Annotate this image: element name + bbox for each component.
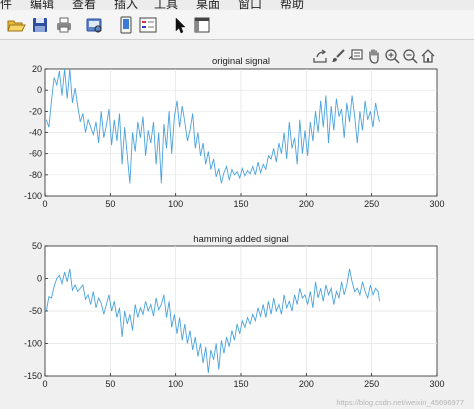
menu-window[interactable]: 窗口	[238, 0, 262, 10]
x-tick-label: 50	[105, 379, 115, 389]
menu-view[interactable]: 查看	[72, 0, 96, 10]
axes-hamming-signal[interactable]: 0 50 100 150 200 250 300 -150 -100 -50 0 50 hamming…	[24, 234, 445, 389]
dock-icon[interactable]	[116, 15, 136, 35]
menu-edit[interactable]: 编辑	[30, 0, 54, 10]
plots-svg: 0 50 100 150 200 250 300 -100 -80 -60 -40 -20 0 20 or…	[24, 56, 445, 389]
x-tick-label: 100	[168, 379, 183, 389]
x-tick-label: 200	[299, 379, 314, 389]
x-tick-label: 300	[429, 379, 444, 389]
axes-toolbar	[312, 48, 438, 66]
x-tick-label: 200	[299, 199, 314, 209]
x-tick-label: 0	[42, 199, 47, 209]
figure-toolbar	[0, 10, 474, 40]
y-tick-label: 50	[32, 241, 42, 251]
export-icon[interactable]	[312, 48, 328, 64]
menu-help[interactable]: 帮助	[280, 0, 304, 10]
print-preview-icon[interactable]	[84, 15, 104, 35]
x-tick-label: 150	[233, 199, 248, 209]
x-tick-label: 100	[168, 199, 183, 209]
y-tick-label: -150	[24, 371, 42, 381]
y-tick-label: 0	[37, 85, 42, 95]
y-tick-label: -60	[29, 149, 42, 159]
print-icon[interactable]	[54, 15, 74, 35]
chart-title: original signal	[212, 56, 270, 67]
menu-desktop[interactable]: 桌面	[196, 0, 220, 10]
property-editor-icon[interactable]	[192, 15, 212, 35]
x-tick-label: 0	[42, 379, 47, 389]
pan-hand-icon[interactable]	[366, 48, 382, 64]
open-file-icon[interactable]	[6, 15, 26, 35]
menu-file[interactable]: 件	[0, 0, 12, 10]
zoom-in-icon[interactable]	[384, 48, 400, 64]
menu-tools[interactable]: 工具	[154, 0, 178, 10]
watermark: https://blog.csdn.net/weixin_45696977	[336, 398, 464, 407]
zoom-out-icon[interactable]	[402, 48, 418, 64]
y-tick-label: -100	[24, 339, 42, 349]
y-tick-label: -80	[29, 170, 42, 180]
figure-canvas: 0 50 100 150 200 250 300 -100 -80 -60 -40 -20 0 20 or…	[0, 41, 474, 409]
home-icon[interactable]	[420, 48, 436, 64]
x-tick-label: 50	[105, 199, 115, 209]
y-tick-label: -50	[29, 306, 42, 316]
x-tick-label: 300	[429, 199, 444, 209]
chart-title: hamming added signal	[193, 234, 289, 245]
y-tick-label: -40	[29, 128, 42, 138]
legend-icon[interactable]	[138, 15, 158, 35]
axes-original-signal[interactable]: 0 50 100 150 200 250 300 -100 -80 -60 -40 -20 0 20 or…	[24, 56, 445, 209]
y-tick-label: 0	[37, 274, 42, 284]
y-tick-label: -100	[24, 191, 42, 201]
menu-bar: 件 编辑 查看 插入 工具 桌面 窗口 帮助	[0, 0, 474, 10]
menu-insert[interactable]: 插入	[114, 0, 138, 10]
x-tick-label: 250	[364, 199, 379, 209]
save-icon[interactable]	[30, 15, 50, 35]
data-tips-icon[interactable]	[348, 48, 364, 64]
x-tick-label: 250	[364, 379, 379, 389]
y-tick-label: -20	[29, 106, 42, 116]
cursor-icon[interactable]	[170, 15, 190, 35]
brush-icon[interactable]	[330, 48, 346, 64]
y-tick-label: 20	[32, 64, 42, 74]
x-tick-label: 150	[233, 379, 248, 389]
